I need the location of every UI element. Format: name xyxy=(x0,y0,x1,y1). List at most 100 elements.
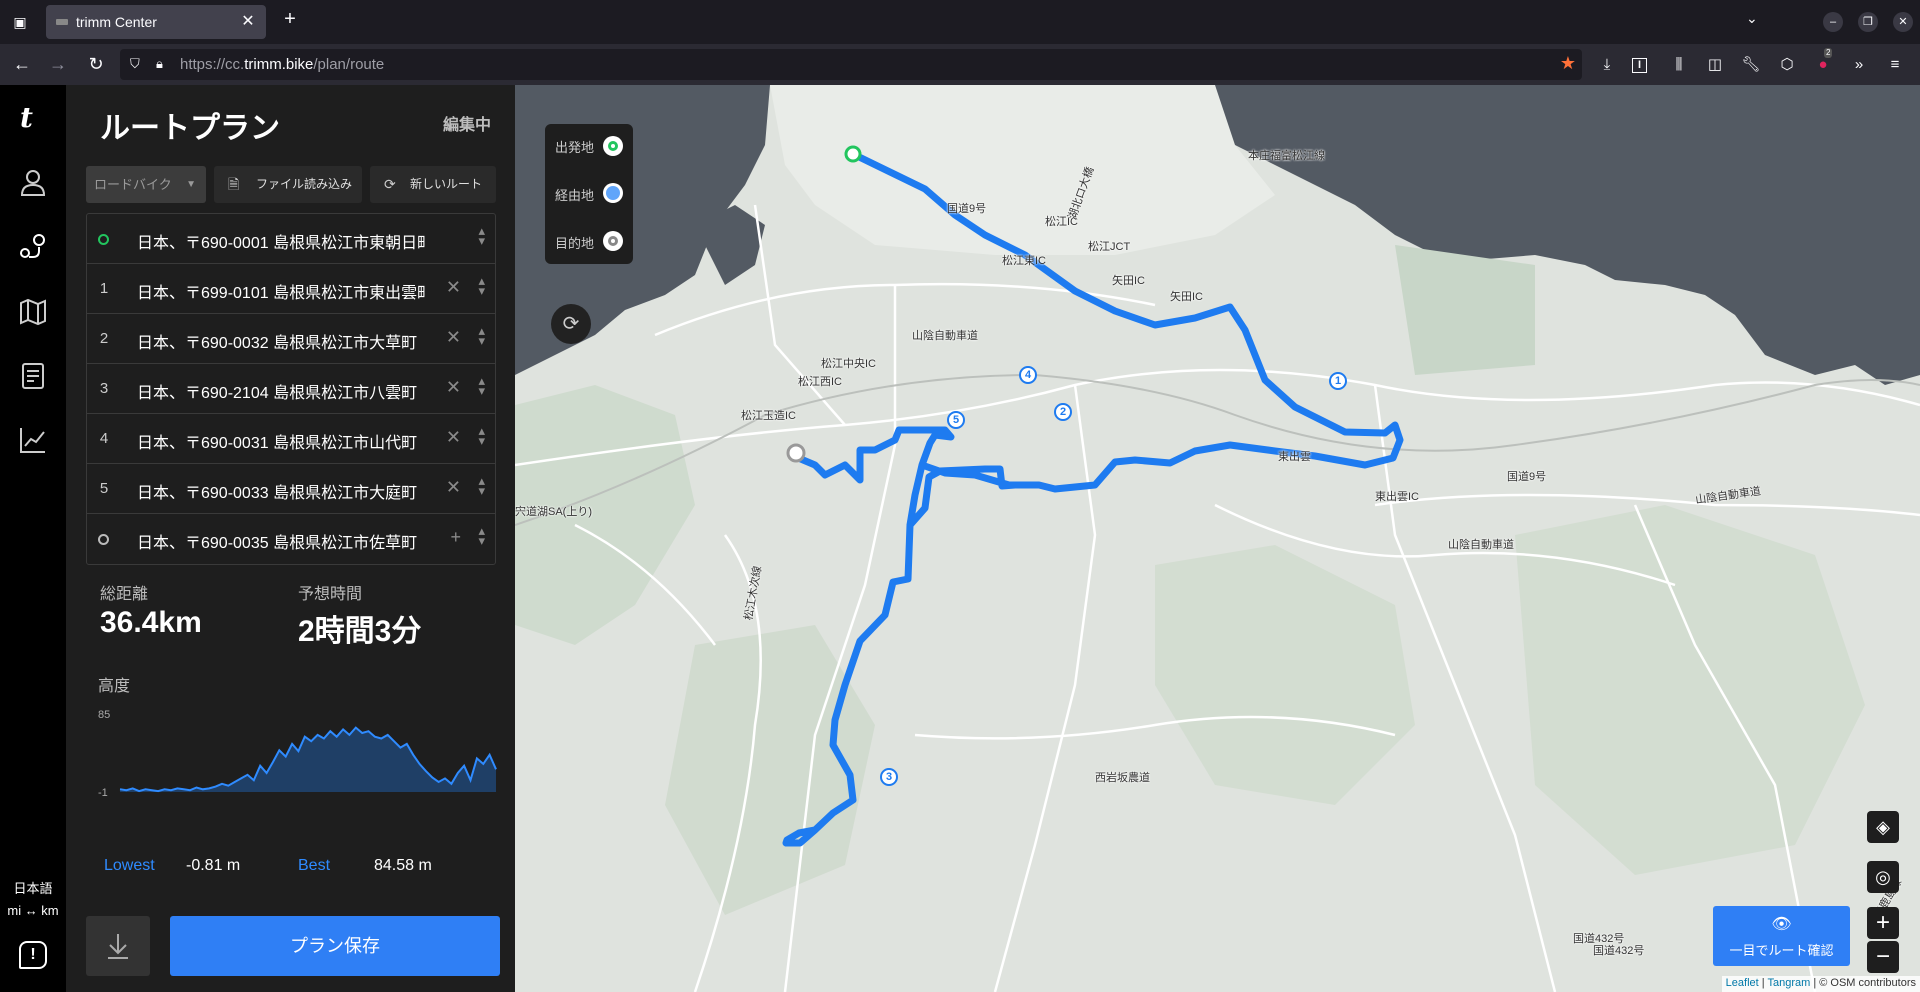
extension-badge-count: 2 xyxy=(1824,48,1833,58)
map-icon[interactable] xyxy=(17,296,49,328)
new-tab-icon[interactable]: + xyxy=(278,8,302,31)
reorder-handle-icon[interactable]: ▴ ▾ xyxy=(478,424,485,447)
waypoint-address[interactable]: 日本、〒699-0101 島根県松江市東出雲町 xyxy=(137,279,425,303)
map-label: 矢田IC xyxy=(1170,291,1203,303)
waypoint-address[interactable]: 日本、〒690-0032 島根県松江市大草町 xyxy=(137,329,425,353)
end-marker[interactable] xyxy=(786,443,806,463)
new-route-label: 新しいルート xyxy=(410,177,483,191)
waypoint-row[interactable]: 日本、〒690-0001 島根県松江市東朝日町１２ ▴▾ xyxy=(87,214,495,264)
waypoint-row[interactable]: 2 日本、〒690-0032 島根県松江市大草町 ✕ ▴ ▾ xyxy=(87,314,495,364)
waypoint-address[interactable]: 日本、〒690-0035 島根県松江市佐草町 xyxy=(137,529,425,553)
browser-navbar: ← → ↻ ⛉ 🔒︎ https://cc.trimm.bike/plan/ro… xyxy=(0,44,1920,85)
url-text[interactable]: https://cc.trimm.bike/plan/route xyxy=(180,56,384,73)
route-overview-button[interactable]: 👁︎ 一目でルート確認 xyxy=(1713,906,1850,966)
waypoint-address[interactable]: 日本、〒690-0001 島根県松江市東朝日町１２ xyxy=(137,229,425,253)
reorder-handle-icon[interactable]: ▴ ▾ xyxy=(478,324,485,347)
reorder-handle-icon[interactable]: ▴ ▾ xyxy=(478,474,485,497)
waypoint-marker[interactable]: 1 xyxy=(1329,372,1347,390)
waypoint-marker[interactable]: 4 xyxy=(1019,366,1037,384)
remove-waypoint-icon[interactable]: ✕ xyxy=(446,377,461,398)
tracking-shield-icon[interactable]: ⛉ xyxy=(130,56,140,72)
back-icon[interactable]: ← xyxy=(10,52,34,76)
map-label: 本庄福富松江線 xyxy=(1248,150,1325,162)
restore-icon[interactable]: ❐ xyxy=(1858,12,1878,32)
reverse-route-icon[interactable]: ⟳ xyxy=(551,304,591,344)
locate-icon[interactable]: ◎ xyxy=(1867,861,1899,893)
tab-close-icon[interactable]: ✕ xyxy=(238,11,258,31)
trimm-logo[interactable]: t xyxy=(20,101,33,134)
distance-label: 総距離 xyxy=(100,586,149,603)
new-route-button[interactable]: ⟳ 新しいルート xyxy=(370,166,496,203)
reorder-handle-icon[interactable]: ▴ ▾ xyxy=(478,224,485,247)
map-label: 矢田IC xyxy=(1112,275,1145,287)
sidebar-icon[interactable]: ◫ xyxy=(1704,54,1726,76)
download-button[interactable] xyxy=(86,916,150,976)
forward-icon[interactable]: → xyxy=(46,52,70,76)
library-icon[interactable]: ⫼ xyxy=(1668,54,1690,76)
zoom-in-icon[interactable]: + xyxy=(1867,907,1899,939)
eye-icon: 👁︎ xyxy=(1771,916,1792,933)
reader-icon[interactable]: I xyxy=(1632,58,1647,73)
start-marker[interactable] xyxy=(844,145,862,163)
map-view[interactable]: 国道9号 松江IC 松江東IC 松江JCT 矢田IC 矢田IC 山陰自動車道 松… xyxy=(515,85,1920,992)
language-toggle[interactable]: 日本語 xyxy=(0,878,66,897)
map-label: 山陰自動車道 xyxy=(1448,539,1514,551)
map-canvas[interactable] xyxy=(515,85,1920,992)
waypoint-row[interactable]: 4 日本、〒690-0031 島根県松江市山代町 ✕ ▴ ▾ xyxy=(87,414,495,464)
remove-waypoint-icon[interactable]: ✕ xyxy=(446,277,461,298)
statistics-icon[interactable] xyxy=(17,424,49,456)
remove-waypoint-icon[interactable]: ✕ xyxy=(446,477,461,498)
import-file-button[interactable]: 🗎︎ ファイル読み込み xyxy=(214,166,362,203)
bookmark-star-icon[interactable]: ★ xyxy=(1560,53,1576,74)
downloads-icon[interactable]: ⤓ xyxy=(1596,54,1618,76)
import-file-label: ファイル読み込み xyxy=(256,177,353,191)
map-label: 国道9号 xyxy=(1507,471,1547,483)
waypoint-marker[interactable]: 3 xyxy=(880,768,898,786)
waypoint-row[interactable]: 3 日本、〒690-2104 島根県松江市八雲町 ✕ ▴ ▾ xyxy=(87,364,495,414)
best-label: Best xyxy=(298,857,331,874)
reload-icon[interactable]: ↻ xyxy=(84,52,108,76)
waypoint-row[interactable]: 1 日本、〒699-0101 島根県松江市東出雲町 ✕ ▴ ▾ xyxy=(87,264,495,314)
browser-tab[interactable]: trimm Center ✕ xyxy=(46,5,266,39)
bike-type-select[interactable]: ロードバイク ▼ xyxy=(86,166,206,203)
layers-icon[interactable]: ◈ xyxy=(1867,811,1899,843)
route-plan-icon[interactable] xyxy=(17,231,49,263)
close-window-icon[interactable]: ✕ xyxy=(1893,12,1913,32)
destination-dot-icon xyxy=(98,534,109,545)
menu-icon[interactable]: ≡ xyxy=(1884,54,1906,76)
overflow-icon[interactable]: » xyxy=(1848,54,1870,76)
reorder-handle-icon[interactable]: ▴ ▾ xyxy=(478,374,485,397)
map-label: 東出雲 xyxy=(1278,451,1311,463)
leaflet-link[interactable]: Leaflet xyxy=(1726,977,1759,989)
lock-icon[interactable]: 🔒︎ xyxy=(156,56,163,72)
list-all-tabs-icon[interactable]: ⌄ xyxy=(1746,10,1758,27)
feedback-icon[interactable]: ! xyxy=(19,941,47,969)
profile-icon[interactable] xyxy=(17,167,49,199)
waypoint-marker[interactable]: 5 xyxy=(947,411,965,429)
remove-waypoint-icon[interactable]: ✕ xyxy=(446,327,461,348)
waypoint-address[interactable]: 日本、〒690-0031 島根県松江市山代町 xyxy=(137,429,425,453)
waypoint-row[interactable]: 日本、〒690-0035 島根県松江市佐草町 + ▴ ▾ xyxy=(87,514,495,564)
zoom-out-icon[interactable]: − xyxy=(1867,941,1899,973)
tab-list-icon[interactable]: ▣ xyxy=(8,10,32,34)
add-waypoint-icon[interactable]: + xyxy=(450,527,461,548)
extensions-icon[interactable]: ⬡ xyxy=(1776,54,1798,76)
waypoint-address[interactable]: 日本、〒690-0033 島根県松江市大庭町 xyxy=(137,479,425,503)
nav-rail: t 日本語 mi ↔ km ! xyxy=(0,85,66,992)
waypoint-address[interactable]: 日本、〒690-2104 島根県松江市八雲町 xyxy=(137,379,425,403)
units-toggle[interactable]: mi ↔ km xyxy=(0,903,66,918)
time-label: 予想時間 xyxy=(298,586,363,603)
waypoint-row[interactable]: 5 日本、〒690-0033 島根県松江市大庭町 ✕ ▴ ▾ xyxy=(87,464,495,514)
save-plan-button[interactable]: プラン保存 xyxy=(170,916,500,976)
extension-badge-icon[interactable]: ● 2 xyxy=(1812,48,1834,76)
waypoint-marker[interactable]: 2 xyxy=(1054,403,1072,421)
wrench-icon[interactable]: 🔧︎ xyxy=(1740,54,1762,76)
url-bar[interactable]: ⛉ 🔒︎ https://cc.trimm.bike/plan/route ★ xyxy=(120,49,1582,80)
remove-waypoint-icon[interactable]: ✕ xyxy=(446,427,461,448)
activity-log-icon[interactable] xyxy=(17,360,49,392)
tangram-link[interactable]: Tangram xyxy=(1767,977,1810,989)
elevation-chart[interactable]: 85 -1 xyxy=(98,704,498,804)
minimize-icon[interactable]: – xyxy=(1823,12,1843,32)
reorder-handle-icon[interactable]: ▴ ▾ xyxy=(478,274,485,297)
reorder-handle-icon[interactable]: ▴ ▾ xyxy=(478,524,485,547)
